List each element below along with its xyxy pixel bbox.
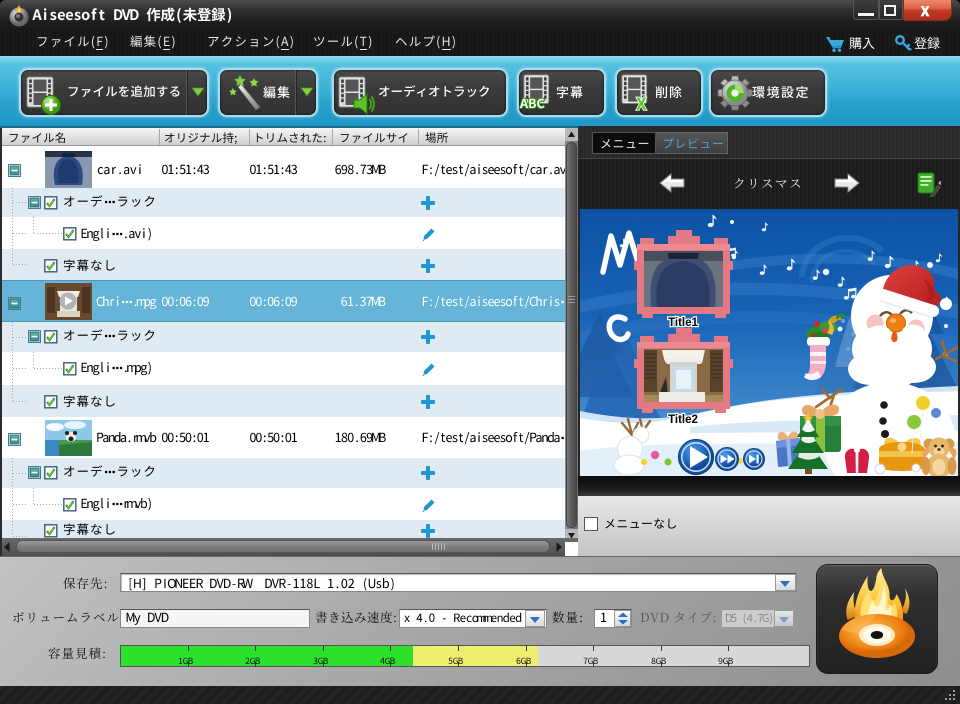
svg-text:Title2: Title2 xyxy=(668,414,698,426)
svg-text:Title1: Title1 xyxy=(668,317,698,329)
